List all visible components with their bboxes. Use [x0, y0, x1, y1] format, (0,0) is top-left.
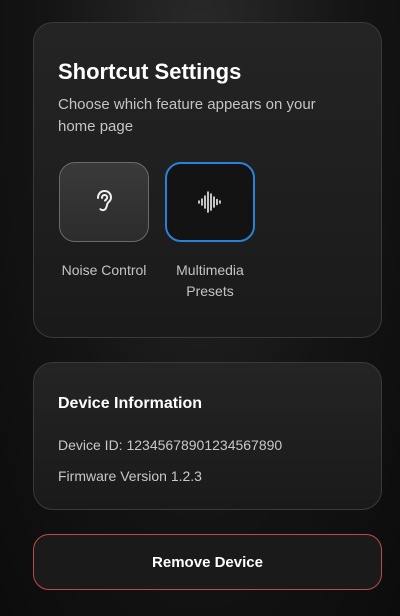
multimedia-presets-label: Multimedia Presets — [176, 262, 244, 299]
device-id-label: Device ID: — [58, 437, 123, 453]
option-noise-control[interactable]: Noise Control — [58, 162, 150, 302]
option-multimedia-presets[interactable]: Multimedia Presets — [164, 162, 256, 302]
device-id-value: 12345678901234567890 — [126, 437, 283, 453]
device-information-card: Device Information Device ID: 1234567890… — [33, 362, 382, 510]
firmware-version-value: 1.2.3 — [170, 468, 202, 484]
sound-wave-icon — [198, 191, 221, 213]
firmware-version-label: Firmware Version — [58, 468, 167, 484]
ear-icon — [97, 189, 113, 212]
device-id-row: Device ID: 12345678901234567890 — [58, 435, 357, 455]
noise-control-tile[interactable] — [59, 162, 149, 242]
shortcut-settings-subtitle: Choose which feature appears on your hom… — [58, 96, 316, 135]
shortcut-options: Noise Control Multimedia Presets — [58, 162, 357, 302]
firmware-version-row: Firmware Version 1.2.3 — [58, 466, 357, 486]
remove-device-button[interactable]: Remove Device — [33, 534, 382, 590]
device-information-title: Device Information — [58, 395, 203, 412]
shortcut-settings-card: Shortcut Settings Choose which feature a… — [33, 22, 382, 338]
noise-control-label: Noise Control — [61, 262, 147, 278]
shortcut-settings-title: Shortcut Settings — [58, 59, 242, 84]
multimedia-presets-tile[interactable] — [165, 162, 255, 242]
